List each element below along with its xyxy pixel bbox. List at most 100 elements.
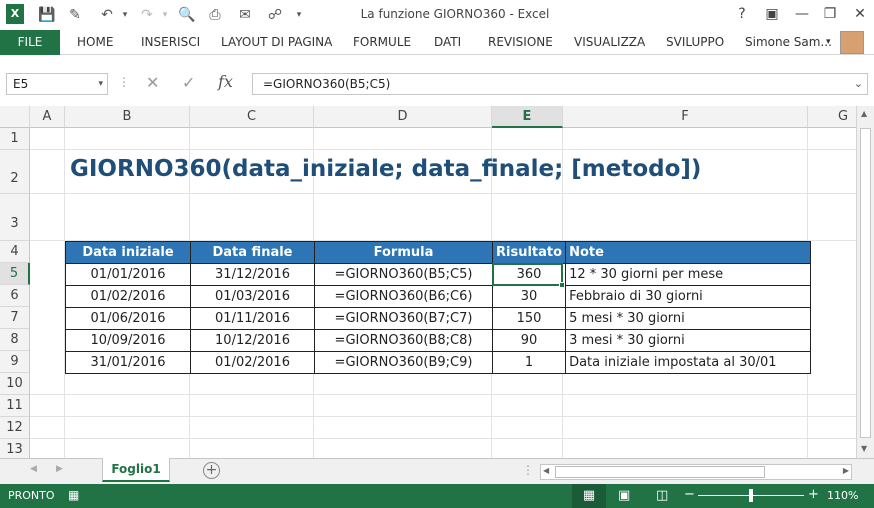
data-table[interactable]: Data iniziale Data finale Formula Risult…: [65, 241, 812, 374]
cell[interactable]: 3 mesi * 30 giorni: [565, 329, 812, 352]
tab-inserisci[interactable]: INSERISCI: [141, 35, 200, 49]
select-all-corner[interactable]: [0, 106, 30, 128]
cell[interactable]: =GIORNO360(B5;C5): [314, 263, 493, 286]
row-header-12[interactable]: 12: [0, 417, 30, 439]
worksheet-grid[interactable]: A B C D E F G 1 2 3 4 5 6 7 8 9 10 11 12…: [0, 106, 856, 458]
cell[interactable]: =GIORNO360(B6;C6): [314, 285, 493, 308]
tab-home[interactable]: HOME: [77, 35, 113, 49]
row-header-1[interactable]: 1: [0, 128, 30, 150]
name-box-dropdown-icon[interactable]: ▾: [98, 74, 103, 94]
next-sheet-icon[interactable]: ▶: [56, 464, 63, 474]
cell[interactable]: 01/01/2016: [65, 263, 191, 286]
col-header-d[interactable]: D: [314, 106, 492, 128]
attach-icon[interactable]: ☍: [264, 5, 286, 25]
row-header-9[interactable]: 9: [0, 351, 30, 373]
page-layout-view-icon[interactable]: ▣: [618, 488, 630, 503]
horizontal-scrollbar[interactable]: ◀ ▶: [540, 464, 852, 480]
header-formula[interactable]: Formula: [314, 241, 493, 264]
tab-file[interactable]: FILE: [0, 30, 60, 55]
add-sheet-icon[interactable]: +: [203, 462, 220, 479]
cell[interactable]: 30: [491, 285, 567, 308]
col-header-f[interactable]: F: [563, 106, 808, 128]
formula-input[interactable]: =GIORNO360(B5;C5) ⌄: [252, 73, 868, 95]
tab-layout[interactable]: LAYOUT DI PAGINA: [221, 35, 332, 49]
row-header-11[interactable]: 11: [0, 395, 30, 417]
sheet-tab-foglio1[interactable]: Foglio1: [102, 458, 170, 482]
macro-record-icon[interactable]: ▦: [68, 488, 79, 502]
zoom-slider-thumb[interactable]: [749, 489, 753, 502]
undo-dropdown-icon[interactable]: ▾: [114, 5, 136, 25]
page-break-view-icon[interactable]: ◫: [656, 488, 668, 503]
touch-mode-icon[interactable]: ✎: [64, 5, 86, 25]
header-data-iniziale[interactable]: Data iniziale: [65, 241, 191, 264]
col-header-e[interactable]: E: [492, 106, 563, 128]
row-header-7[interactable]: 7: [0, 307, 30, 329]
tab-formule[interactable]: FORMULE: [353, 35, 411, 49]
user-name[interactable]: Simone Sam...: [745, 35, 832, 49]
cell[interactable]: 01/02/2016: [190, 351, 315, 374]
scroll-left-icon[interactable]: ◀: [543, 466, 549, 475]
hscroll-thumb[interactable]: [555, 466, 765, 478]
normal-view-icon[interactable]: ▦: [572, 484, 606, 508]
zoom-out-icon[interactable]: −: [684, 487, 695, 502]
insert-function-button[interactable]: fx: [218, 72, 233, 91]
cell[interactable]: 10/12/2016: [190, 329, 315, 352]
cancel-icon[interactable]: ✕: [146, 73, 159, 92]
cell[interactable]: 01/06/2016: [65, 307, 191, 330]
vertical-scrollbar[interactable]: ▲ ▼: [856, 106, 874, 458]
col-header-b[interactable]: B: [65, 106, 190, 128]
tab-split-icon[interactable]: ⋮: [522, 463, 534, 477]
print-icon[interactable]: ⎙: [204, 5, 226, 25]
scroll-thumb[interactable]: [860, 128, 871, 438]
scroll-down-icon[interactable]: ▼: [861, 444, 867, 453]
row-header-2[interactable]: 2: [0, 150, 30, 194]
close-icon[interactable]: ✕: [848, 4, 872, 24]
restore-icon[interactable]: ❐: [818, 4, 842, 24]
fill-handle[interactable]: [559, 282, 565, 288]
cell[interactable]: 150: [491, 307, 567, 330]
row-header-13[interactable]: 13: [0, 439, 30, 458]
user-dropdown-icon[interactable]: ▾: [826, 37, 831, 47]
header-note[interactable]: Note: [565, 241, 812, 264]
row-header-6[interactable]: 6: [0, 285, 30, 307]
expand-formula-icon[interactable]: ⌄: [854, 74, 863, 94]
email-icon[interactable]: ✉: [234, 5, 256, 25]
enter-icon[interactable]: ✓: [182, 73, 195, 92]
help-button[interactable]: ?: [730, 4, 754, 24]
tab-dati[interactable]: DATI: [434, 35, 461, 49]
tab-sviluppo[interactable]: SVILUPPO: [666, 35, 724, 49]
cell[interactable]: 01/02/2016: [65, 285, 191, 308]
avatar[interactable]: [840, 31, 864, 54]
header-data-finale[interactable]: Data finale: [190, 241, 315, 264]
name-box[interactable]: E5 ▾: [6, 73, 108, 95]
col-header-g[interactable]: G: [808, 106, 856, 128]
row-header-4[interactable]: 4: [0, 241, 30, 263]
col-header-a[interactable]: A: [30, 106, 65, 128]
cell[interactable]: 90: [491, 329, 567, 352]
cell[interactable]: 31/12/2016: [190, 263, 315, 286]
cell[interactable]: 10/09/2016: [65, 329, 191, 352]
prev-sheet-icon[interactable]: ◀: [30, 464, 37, 474]
print-preview-icon[interactable]: 🔍: [176, 5, 198, 25]
cell[interactable]: Data iniziale impostata al 30/01: [565, 351, 812, 374]
cell[interactable]: =GIORNO360(B9;C9): [314, 351, 493, 374]
row-header-5[interactable]: 5: [0, 263, 30, 285]
tab-revisione[interactable]: REVISIONE: [488, 35, 553, 49]
cell[interactable]: Febbraio di 30 giorni: [565, 285, 812, 308]
row-header-10[interactable]: 10: [0, 373, 30, 395]
row-header-3[interactable]: 3: [0, 194, 30, 241]
minimize-icon[interactable]: —: [790, 4, 814, 24]
header-risultato[interactable]: Risultato: [491, 241, 567, 264]
scroll-up-icon[interactable]: ▲: [861, 109, 867, 118]
cell[interactable]: 12 * 30 giorni per mese: [565, 263, 812, 286]
save-icon[interactable]: 💾: [36, 5, 58, 25]
redo-dropdown-icon[interactable]: ▾: [154, 5, 176, 25]
row-header-8[interactable]: 8: [0, 329, 30, 351]
cell[interactable]: =GIORNO360(B8;C8): [314, 329, 493, 352]
cell[interactable]: 5 mesi * 30 giorni: [565, 307, 812, 330]
cell[interactable]: 31/01/2016: [65, 351, 191, 374]
zoom-level[interactable]: 110%: [827, 489, 858, 502]
ribbon-options-icon[interactable]: ▣: [760, 4, 784, 24]
sheet-title[interactable]: GIORNO360(data_iniziale; data_finale; [m…: [70, 156, 701, 182]
tab-visualizza[interactable]: VISUALIZZA: [574, 35, 645, 49]
